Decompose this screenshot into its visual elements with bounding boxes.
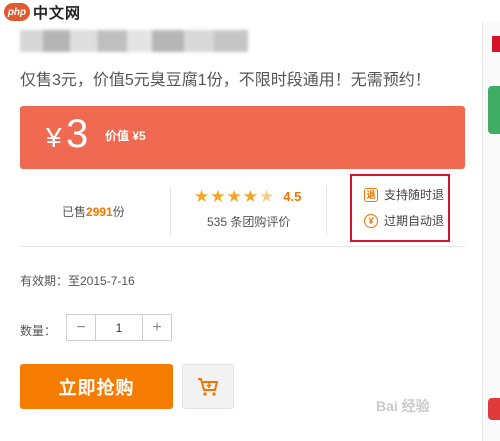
rating-value: 4.5	[283, 189, 302, 204]
quantity-stepper: − 1 +	[66, 314, 172, 341]
buy-now-button[interactable]: 立即抢购	[20, 364, 173, 409]
review-count-link[interactable]: 535 条团购评价	[207, 213, 290, 230]
increment-button[interactable]: +	[142, 315, 171, 340]
deal-subtitle: 仅售3元，价值5元臭豆腐1份，不限时段通用！无需预约！	[20, 72, 431, 89]
validity-period: 有效期：至2015-7-16	[20, 274, 135, 288]
quantity-label: 数量：	[20, 324, 57, 338]
php-watermark: php 中文网	[4, 2, 81, 22]
php-logo: php	[4, 3, 30, 21]
quantity-input[interactable]: 1	[96, 315, 142, 340]
stats-divider	[170, 186, 171, 236]
cart-icon	[198, 377, 218, 396]
star-icon: ★	[194, 187, 210, 206]
refund-icon: 退	[364, 187, 378, 202]
price-banner: ¥ 3 价值 ¥5	[20, 106, 465, 169]
auto-refund-icon: ¥	[364, 213, 378, 228]
guarantee-label: 支持随时退	[384, 188, 445, 202]
star-icon: ★	[226, 187, 242, 206]
blurred-deal-title	[20, 30, 248, 52]
side-toolbar-bottom-tab[interactable]	[488, 398, 500, 420]
decrement-button[interactable]: −	[67, 315, 96, 340]
side-toolbar	[482, 22, 500, 441]
original-price: 价值 ¥5	[105, 129, 146, 143]
guarantee-label: 过期自动退	[384, 214, 445, 228]
rating-stars[interactable]: ★ ★ ★ ★ ★ 4.5	[194, 188, 301, 205]
guarantee-refund-anytime[interactable]: 退 支持随时退	[364, 186, 444, 203]
guarantee-auto-refund[interactable]: ¥ 过期自动退	[364, 212, 444, 229]
baidu-watermark: Bai 经验	[376, 398, 430, 414]
stats-divider	[326, 186, 327, 236]
currency-symbol: ¥	[46, 122, 62, 153]
php-site-name: 中文网	[33, 4, 82, 22]
star-icon: ★	[242, 187, 258, 206]
sold-number: 2991	[86, 205, 113, 219]
side-toolbar-green-tab[interactable]	[488, 86, 500, 134]
side-toolbar-red-tab[interactable]	[492, 36, 500, 52]
star-icon: ★	[210, 187, 226, 206]
add-to-cart-button[interactable]	[182, 364, 234, 409]
sold-count: 已售2991份	[62, 205, 125, 219]
guarantee-highlight-box: 退 支持随时退 ¥ 过期自动退	[350, 174, 450, 242]
deal-price: 3	[66, 112, 89, 156]
half-star-icon: ★	[259, 187, 275, 206]
